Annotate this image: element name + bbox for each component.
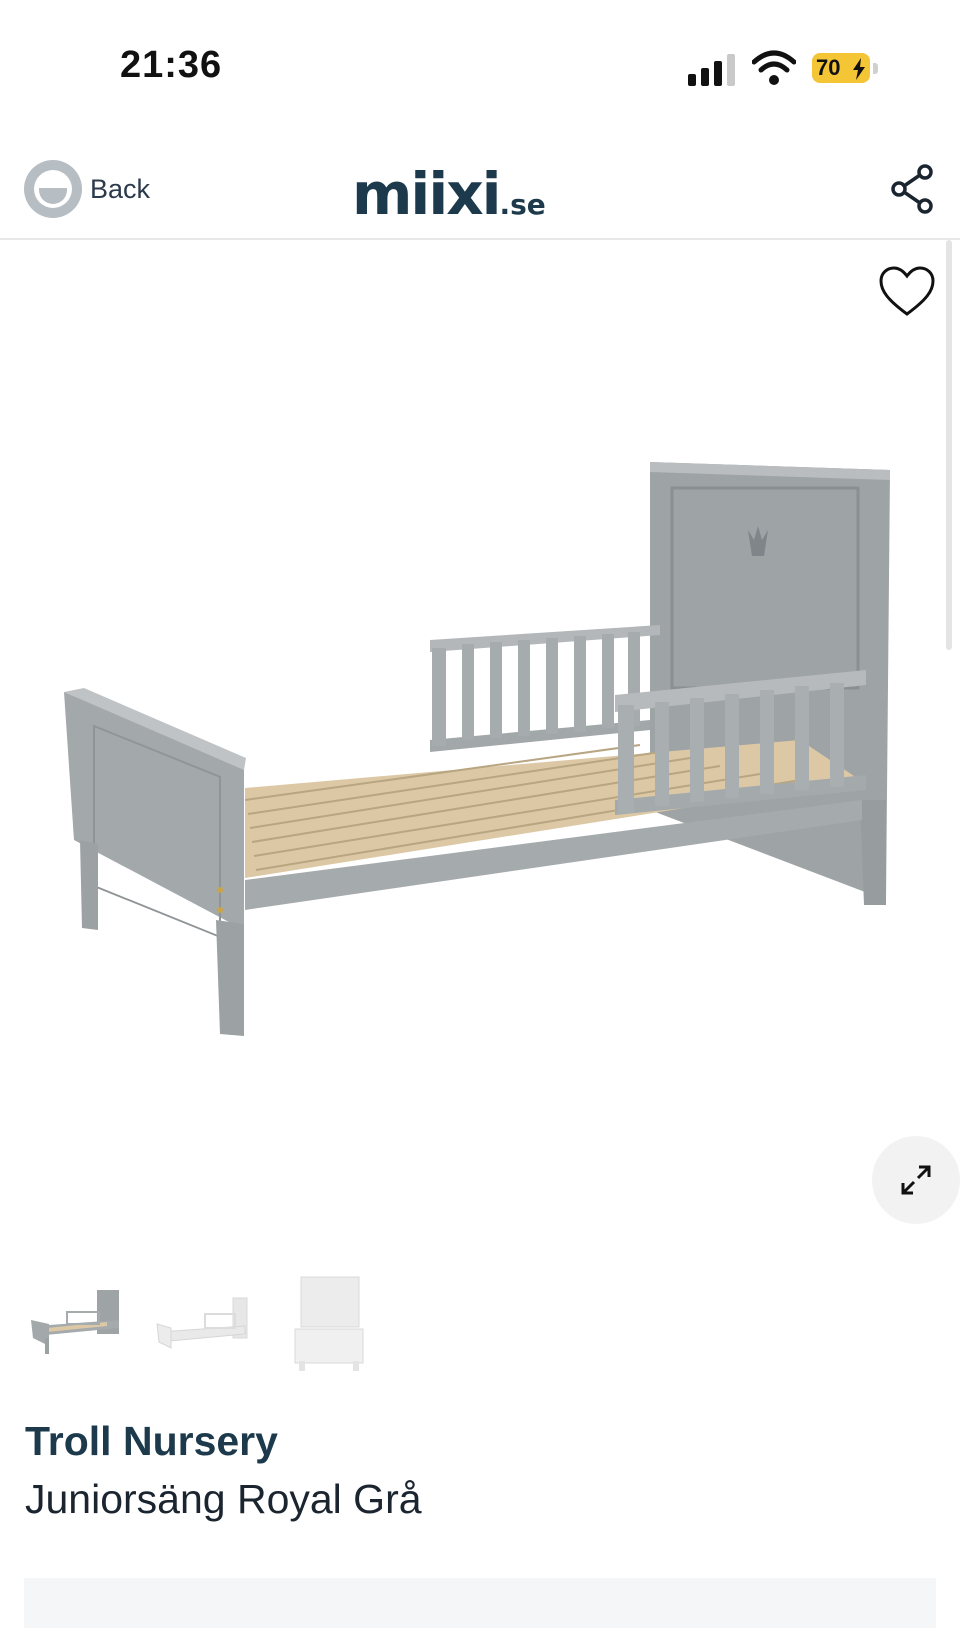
heart-icon[interactable] [878,266,936,318]
status-bar: 21:36 70 [0,0,960,130]
logo-text: miixi [352,160,501,228]
thumbnail-white-headboard[interactable] [276,1270,382,1376]
thumbnail-white-bed[interactable] [150,1270,256,1376]
product-brand[interactable]: Troll Nursery [25,1418,278,1465]
site-logo[interactable]: miixi.se [352,160,546,228]
app-header: Back miixi.se [0,140,960,240]
back-button[interactable]: Back [24,158,150,220]
signal-icon [688,54,735,86]
back-icon [24,160,82,218]
info-panel [24,1578,936,1628]
product-image[interactable] [0,240,948,1230]
battery-level: 70 [816,55,841,80]
thumbnail-grey-bed[interactable] [24,1270,130,1376]
product-title: Juniorsäng Royal Grå [25,1476,422,1522]
back-label: Back [90,173,151,204]
status-time: 21:36 [120,44,223,86]
expand-button[interactable] [872,1136,960,1224]
logo-tld: .se [499,188,546,221]
scrollbar[interactable] [946,240,952,650]
thumbnail-strip [24,1270,402,1380]
battery-charging-icon: 70 [812,53,878,85]
expand-icon [901,1165,931,1195]
share-icon[interactable] [890,164,934,214]
wifi-icon [752,50,796,85]
